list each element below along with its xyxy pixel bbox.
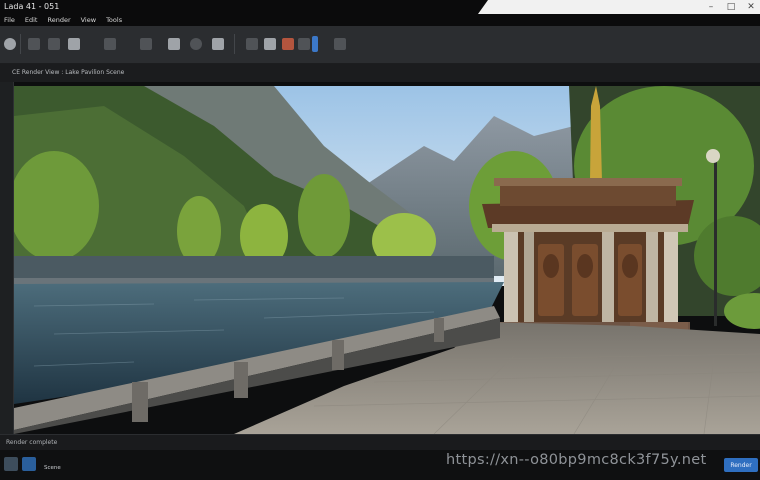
document-title: CE Render View : Lake Pavilion Scene (12, 69, 125, 76)
power-icon[interactable] (4, 38, 16, 50)
title-bar: Lada 41 - 051 File Edit Render View Tool… (0, 0, 760, 26)
menu-tools[interactable]: Tools (106, 15, 122, 25)
maximize-button[interactable]: □ (722, 0, 740, 14)
render-viewport[interactable] (14, 86, 760, 434)
menu-render[interactable]: Render (47, 15, 70, 25)
toolbar (0, 26, 760, 64)
parapet-pillar (234, 362, 248, 398)
snap-icon[interactable] (104, 38, 116, 50)
material-icon[interactable] (190, 38, 202, 50)
frame-icon[interactable] (264, 38, 276, 50)
image-icon[interactable] (22, 457, 36, 471)
light-icon[interactable] (168, 38, 180, 50)
render-action-button[interactable]: Render (724, 458, 758, 472)
minimize-button[interactable]: – (702, 0, 720, 14)
menu-edit[interactable]: Edit (25, 15, 38, 25)
menu-file[interactable]: File (4, 15, 15, 25)
toolbar-separator (234, 34, 235, 54)
app-icon[interactable] (4, 457, 18, 471)
lamp-post (714, 156, 717, 326)
export-icon[interactable] (246, 38, 258, 50)
tree (298, 174, 350, 258)
scale-icon[interactable] (68, 38, 80, 50)
taskbar-label: Scene (44, 465, 61, 471)
record-icon[interactable] (282, 38, 294, 50)
scene-image (14, 86, 760, 434)
side-panel-strip[interactable] (0, 82, 14, 434)
toolbar-separator (20, 34, 21, 54)
parapet-pillar (434, 318, 444, 342)
move-icon[interactable] (28, 38, 40, 50)
render-icon[interactable] (212, 38, 224, 50)
menu-view[interactable]: View (81, 15, 96, 25)
lamp-light (706, 149, 720, 163)
status-text: Render complete (6, 439, 58, 446)
close-button[interactable]: ✕ (742, 0, 760, 14)
parapet-pillar (132, 382, 148, 422)
parapet-pillar (332, 340, 344, 370)
stop-icon[interactable] (298, 38, 310, 50)
slider-handle[interactable] (312, 36, 318, 52)
settings-icon[interactable] (334, 38, 346, 50)
status-bar: Render complete (0, 434, 760, 450)
window-title: Lada 41 - 051 (4, 2, 60, 11)
tree (177, 196, 221, 266)
far-embankment (14, 256, 494, 280)
menu-bar: File Edit Render View Tools (0, 15, 122, 25)
camera-icon[interactable] (140, 38, 152, 50)
watermark-text: https://xn--o80bp9mc8ck3f75y.net (446, 452, 707, 468)
rotate-icon[interactable] (48, 38, 60, 50)
document-header: CE Render View : Lake Pavilion Scene (0, 64, 760, 82)
